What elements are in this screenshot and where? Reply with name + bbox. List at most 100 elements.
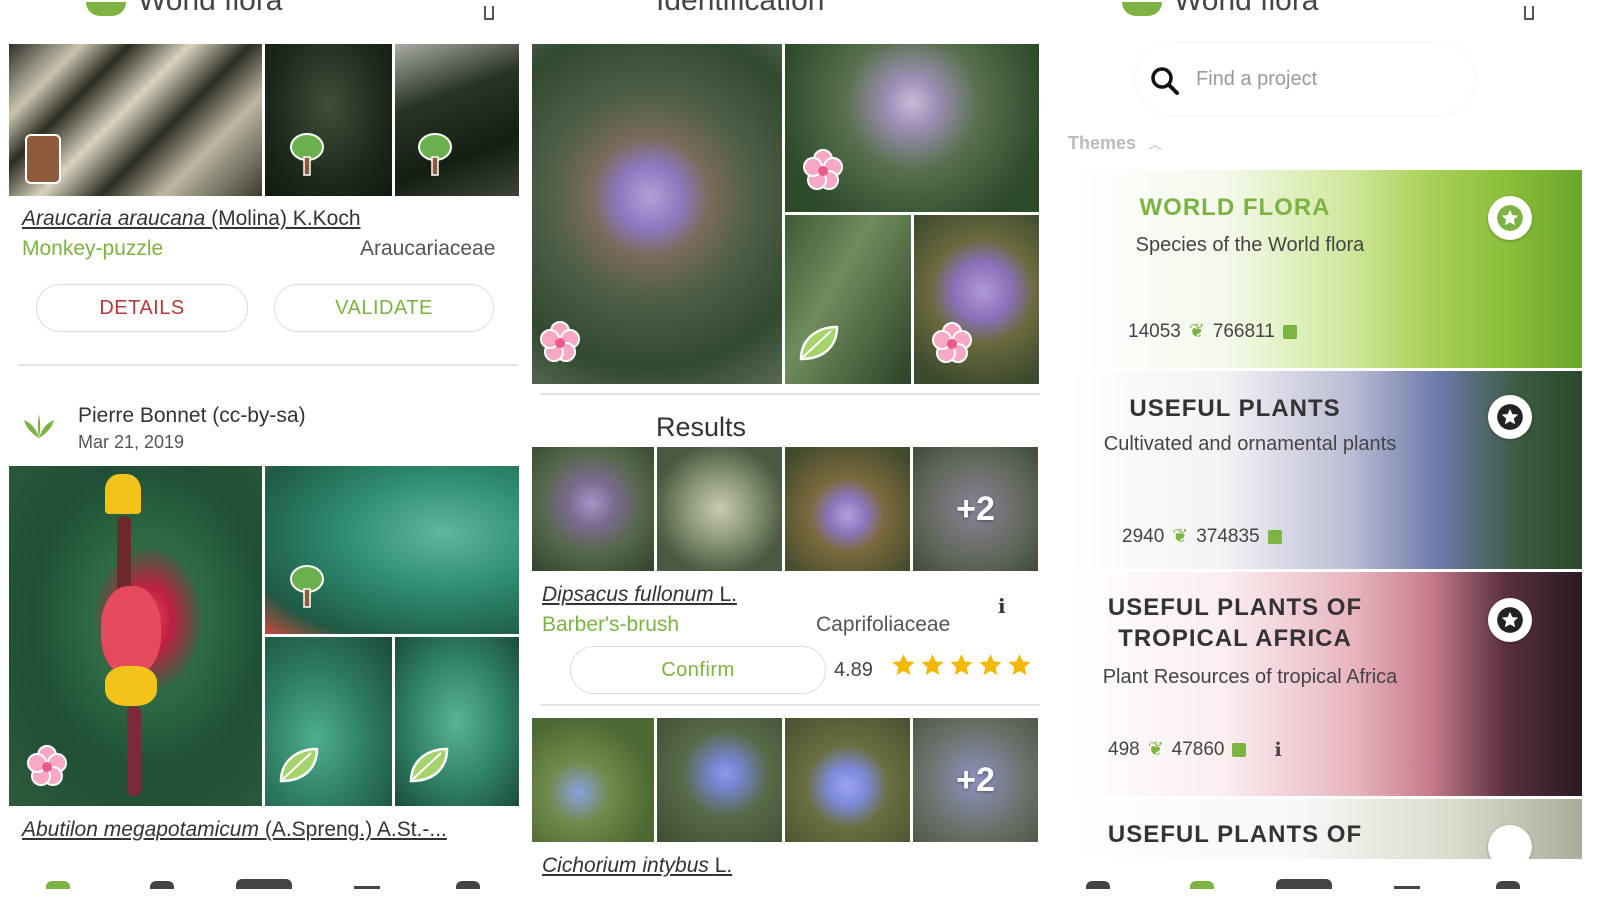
project-title: USEFUL PLANTS OF: [1107, 821, 1363, 848]
observation-photo-flower-red[interactable]: [9, 466, 262, 806]
details-button[interactable]: DETAILS: [36, 284, 248, 332]
flower-organ-icon: [25, 744, 69, 788]
search-input[interactable]: Find a project: [1196, 68, 1317, 91]
flower-organ-icon: [538, 320, 582, 364]
species-leaf-icon: ❦: [1172, 526, 1189, 547]
result1-photo-2[interactable]: [657, 447, 782, 571]
habit-tree-icon: [285, 133, 329, 178]
result2-species-name[interactable]: Cichorium intybus L.: [542, 854, 732, 878]
star-icon: [921, 654, 944, 675]
species-leaf-icon: ❦: [1147, 739, 1164, 760]
project-stats: 14053 ❦ 766811: [1128, 320, 1297, 343]
result2-more-photos[interactable]: +2: [913, 718, 1038, 842]
search-bar[interactable]: Find a project: [1136, 44, 1474, 114]
result2-photo-2[interactable]: [657, 718, 782, 842]
image-icon: [1232, 742, 1247, 757]
obs1-common-name: Monkey-puzzle: [22, 237, 164, 260]
result1-more-photos[interactable]: +2: [913, 447, 1038, 571]
divider: [18, 364, 518, 366]
star-icon: [892, 654, 915, 675]
result1-score: 4.89: [834, 659, 873, 681]
project-card-useful-plants[interactable]: USEFUL PLANTS Cultivated and ornamental …: [1070, 371, 1582, 569]
obs2-species-name[interactable]: Abutilon megapotamicum (A.Spreng.) A.St.…: [22, 818, 447, 842]
nav-globe-icon[interactable]: [150, 881, 174, 889]
image-count: 47860: [1171, 738, 1225, 760]
image-icon: [1267, 529, 1282, 544]
leaf-organ-icon-2: [407, 743, 451, 787]
query-photo-3[interactable]: [914, 215, 1039, 384]
nav-home-icon[interactable]: [1086, 881, 1110, 889]
observation-photo-leaves-3[interactable]: [395, 637, 519, 806]
nav-list-icon[interactable]: [1394, 886, 1420, 889]
menu-icon[interactable]: [484, 6, 494, 20]
divider-2: [540, 704, 1040, 706]
project-card-world-flora[interactable]: WORLD FLORA Species of the World flora 1…: [1070, 170, 1582, 368]
result1-photo-1[interactable]: [532, 447, 654, 571]
observation-photo-bark[interactable]: [9, 44, 262, 196]
observation-photo-leaves-1[interactable]: [265, 466, 519, 634]
nav-globe-icon[interactable]: [1190, 881, 1214, 889]
project-stats: 498 ❦ 47860 i: [1108, 738, 1282, 761]
nav-list-icon[interactable]: [354, 886, 380, 889]
result1-photo-3[interactable]: [785, 447, 910, 571]
info-icon[interactable]: i: [998, 594, 1006, 618]
info-icon[interactable]: i: [1274, 739, 1281, 761]
image-count: 374835: [1196, 525, 1260, 547]
project-card-useful-plants-4[interactable]: USEFUL PLANTS OF: [1070, 799, 1582, 859]
favorite-star-button[interactable]: [1488, 825, 1532, 859]
query-photo-main[interactable]: [532, 44, 782, 384]
projects-panel: World flora Find a project Themes ︿ WORL…: [1064, 0, 1600, 899]
validate-button[interactable]: VALIDATE: [274, 284, 494, 332]
confirm-button[interactable]: Confirm: [570, 646, 826, 694]
project-title: WORLD FLORA: [1139, 194, 1331, 221]
nav-profile-icon[interactable]: [1496, 881, 1520, 889]
query-photo-2[interactable]: [785, 44, 1039, 212]
observation-photo-leaves-2[interactable]: [265, 637, 392, 806]
nav-profile-icon[interactable]: [456, 881, 480, 889]
observation-photo-branches[interactable]: [395, 44, 519, 196]
flower-organ-icon-2: [801, 148, 845, 192]
result1-species-name[interactable]: Dipsacus fullonum L.: [542, 583, 737, 607]
project-subtitle: Plant Resources of tropical Africa: [1102, 666, 1398, 688]
image-count: 766811: [1212, 320, 1275, 342]
favorite-star-button[interactable]: [1488, 196, 1532, 240]
results-heading: Results: [656, 412, 747, 442]
result2-photo-3[interactable]: [785, 718, 910, 842]
result2-photo-1[interactable]: [532, 718, 654, 842]
nav-camera-icon[interactable]: [236, 879, 292, 889]
result1-common-name: Barber's-brush: [542, 613, 680, 636]
project-title-line-2: TROPICAL AFRICA: [1118, 625, 1352, 652]
habit-tree-icon-3: [285, 565, 329, 610]
star-icon: [1008, 654, 1031, 675]
query-photo-leaf[interactable]: [785, 215, 911, 384]
project-card-useful-plants-tropical-africa[interactable]: USEFUL PLANTS OF TROPICAL AFRICA Plant R…: [1070, 572, 1582, 796]
favorite-star-button[interactable]: [1488, 598, 1532, 642]
project-subtitle: Species of the World flora: [1135, 234, 1365, 256]
search-icon: [1150, 66, 1180, 101]
author-leaf-icon: [22, 414, 56, 445]
themes-toggle[interactable]: Themes ︿: [1068, 133, 1162, 154]
bottom-nav: [0, 869, 532, 899]
observation-photo-tree[interactable]: [265, 44, 392, 196]
chevron-up-icon: ︿: [1148, 135, 1163, 152]
obs1-species-name[interactable]: Araucaria araucana (Molina) K.Koch: [22, 207, 361, 231]
nav-home-icon[interactable]: [46, 881, 70, 889]
result2-more-count: +2: [956, 760, 995, 799]
result1-family: Caprifoliaceae: [816, 613, 951, 636]
star-icon: [950, 654, 973, 675]
project-title-line-1: USEFUL PLANTS OF: [1107, 594, 1363, 621]
species-count: 2940: [1122, 525, 1165, 547]
observations-panel: World flora Araucaria araucana (Molina) …: [0, 0, 532, 899]
species-count: 14053: [1128, 320, 1181, 342]
header-title: World flora: [1174, 0, 1319, 17]
app-logo-icon: [86, 2, 126, 16]
nav-camera-icon[interactable]: [1276, 879, 1332, 889]
favorite-star-button[interactable]: [1488, 395, 1532, 439]
project-title: USEFUL PLANTS: [1129, 395, 1341, 422]
image-icon: [1282, 324, 1297, 339]
rating-stars: [890, 652, 1033, 679]
divider: [540, 393, 1040, 395]
menu-icon[interactable]: [1524, 6, 1534, 20]
obs2-author: Pierre Bonnet (cc-by-sa): [78, 404, 306, 427]
species-leaf-icon: ❦: [1188, 321, 1205, 342]
